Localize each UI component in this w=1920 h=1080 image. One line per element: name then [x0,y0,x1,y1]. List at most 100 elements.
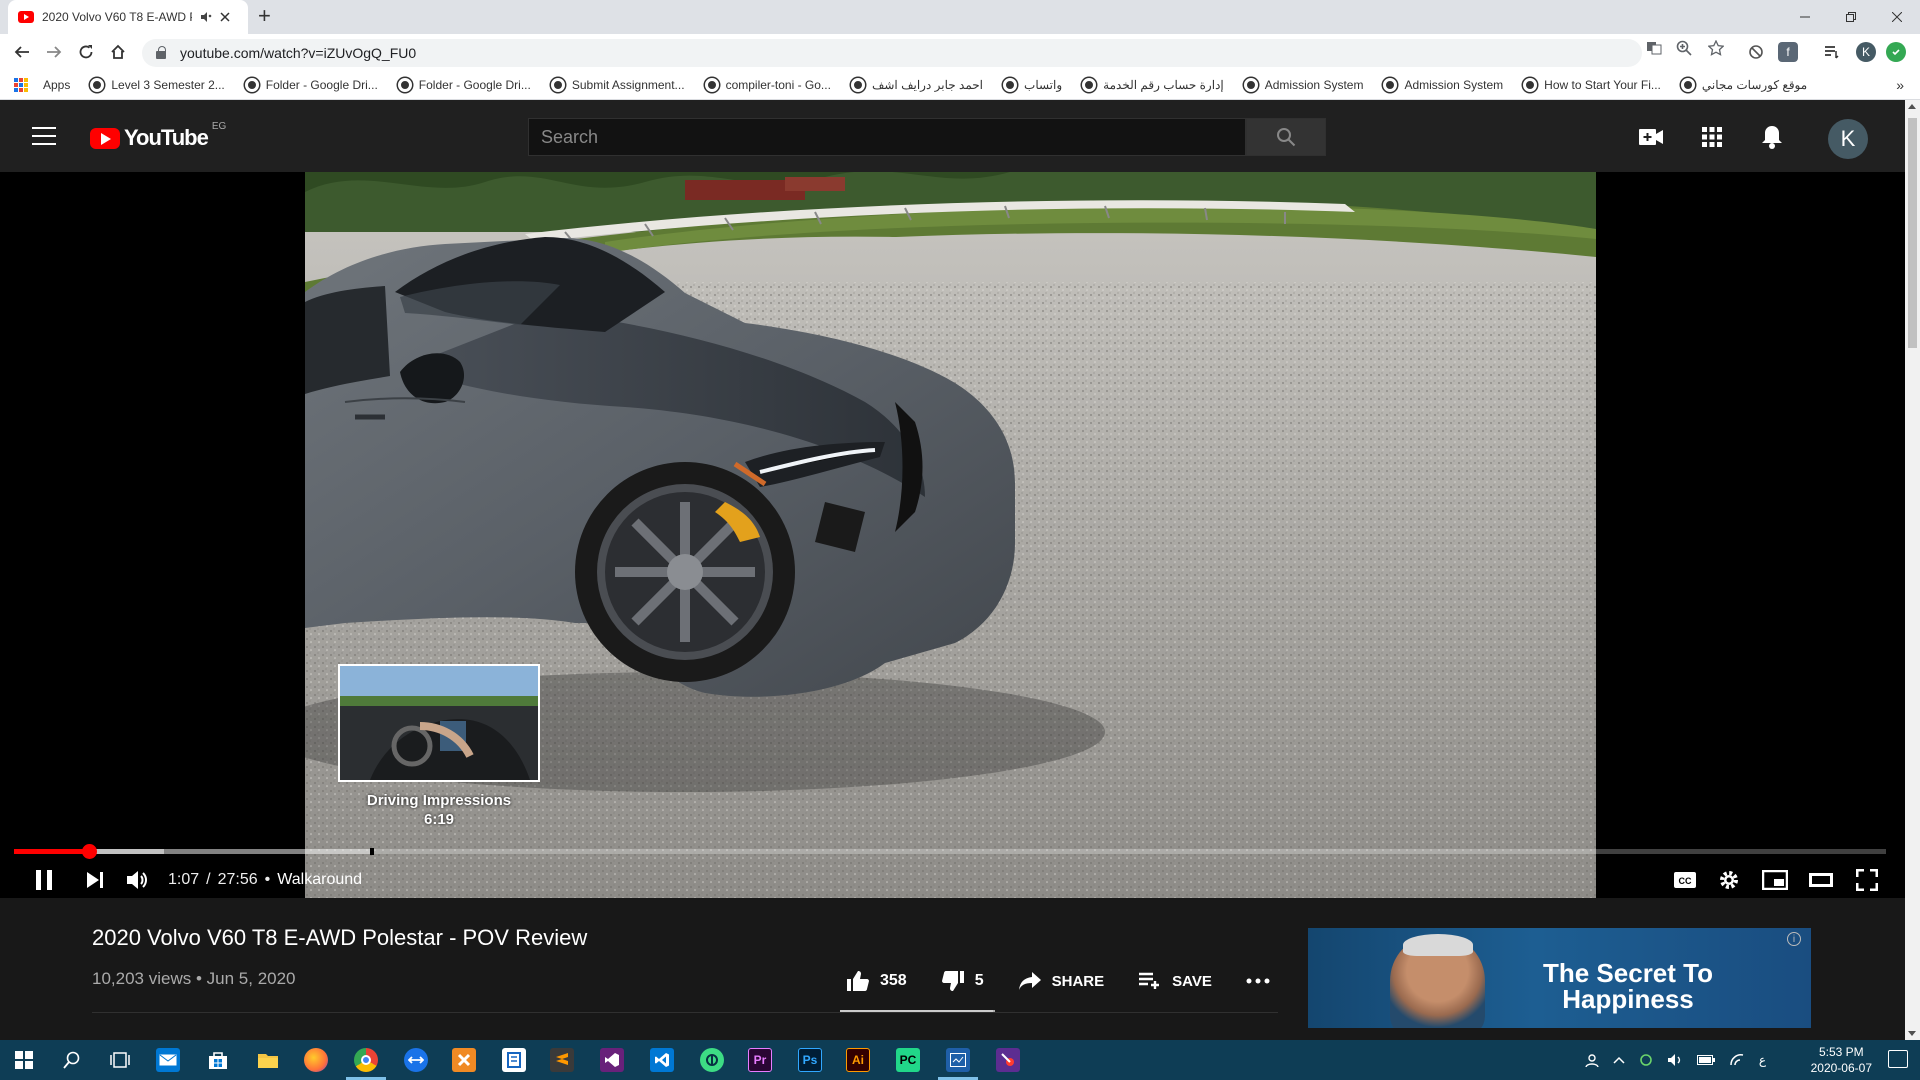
menu-icon[interactable] [32,127,56,145]
sync-extension-icon[interactable] [1886,42,1906,62]
subtitles-button[interactable]: CC [1670,862,1700,898]
minimize-icon[interactable] [1782,0,1828,34]
skip-next-icon [87,872,103,888]
scroll-up-icon[interactable] [1908,104,1916,109]
bookmark-item[interactable]: Level 3 Semester 2... [90,77,225,92]
bookmark-item[interactable]: Admission System [1243,77,1363,92]
visual-studio-icon[interactable] [600,1048,624,1072]
windows-start-icon[interactable] [12,1048,36,1072]
battery-icon[interactable] [1696,1055,1715,1065]
notification-center-icon[interactable] [1888,1050,1908,1068]
system-clock[interactable]: 5:53 PM 2020-06-07 [1811,1044,1872,1076]
browser-tab[interactable]: 2020 Volvo V60 T8 E-AWD Po [8,0,248,34]
facebook-extension-icon[interactable]: f [1778,42,1798,62]
mail-icon[interactable] [156,1048,180,1072]
photoshop-icon[interactable]: Ps [798,1048,822,1072]
settings-button[interactable] [1714,862,1744,898]
snipping-tool-icon[interactable] [996,1048,1020,1072]
theater-mode-button[interactable] [1806,862,1836,898]
task-view-icon[interactable] [108,1048,132,1072]
address-bar[interactable]: youtube.com/watch?v=iZUvOgQ_FU0 [142,39,1642,67]
speaker-icon[interactable] [1667,1053,1683,1067]
video-frame[interactable] [305,172,1596,898]
chapter-title-button[interactable]: Walkaround [277,871,362,889]
bookmark-item[interactable]: Folder - Google Dri... [244,77,378,92]
firefox-icon[interactable] [304,1048,328,1072]
profile-avatar[interactable]: K [1856,42,1876,62]
tab-close-icon[interactable] [220,12,230,22]
teamviewer-icon[interactable] [404,1048,428,1072]
illustrator-icon[interactable]: Ai [846,1048,870,1072]
more-actions-button[interactable] [1246,978,1270,984]
account-avatar[interactable]: K [1828,119,1868,159]
wifi-icon[interactable] [1729,1053,1745,1067]
bookmark-item[interactable]: compiler-toni - Go... [704,77,831,92]
youtube-logo[interactable]: YouTube EG [90,121,226,151]
bookmark-star-icon[interactable] [1708,40,1724,56]
new-tab-button[interactable]: + [258,5,271,27]
ad-banner[interactable]: The Secret To Happiness i [1308,928,1811,1028]
ad-headline: The Secret To Happiness [1508,960,1748,1012]
url-text[interactable]: youtube.com/watch?v=iZUvOgQ_FU0 [180,45,416,61]
search-button[interactable] [1246,118,1326,156]
save-button[interactable]: SAVE [1138,972,1212,990]
bookmark-apps[interactable]: Apps [14,77,70,92]
file-explorer-icon[interactable] [256,1048,280,1072]
progress-bar[interactable] [14,844,1886,859]
home-icon[interactable] [106,40,130,64]
android-studio-icon[interactable] [700,1048,724,1072]
bookmarks-overflow-icon[interactable]: » [1896,77,1904,93]
bookmark-item[interactable]: موقع كورسات مجاني [1680,77,1807,92]
video-player[interactable]: Driving Impressions 6:19 1:07 / 27:56 • … [0,172,1905,898]
search-icon[interactable] [60,1048,84,1072]
tab-audio-icon[interactable] [200,11,212,23]
forward-icon[interactable] [42,40,66,64]
apps-icon[interactable] [1699,124,1725,150]
sublime-text-icon[interactable] [550,1048,574,1072]
pause-button[interactable] [28,862,60,898]
bookmark-item[interactable]: Submit Assignment... [550,77,685,92]
scroll-thumb[interactable] [1908,118,1917,348]
fullscreen-button[interactable] [1852,862,1882,898]
pycharm-icon[interactable]: PC [896,1048,920,1072]
like-button[interactable]: 358 [846,970,907,992]
search-input[interactable] [541,126,1245,148]
media-queue-icon[interactable] [1822,42,1842,62]
taskbar-app-icon[interactable] [946,1048,970,1072]
sync-tray-icon[interactable] [1639,1053,1653,1067]
progress-scrubber[interactable] [81,844,97,859]
bookmark-item[interactable]: How to Start Your Fi... [1523,77,1661,92]
block-extension-icon[interactable] [1746,42,1766,62]
bookmark-item[interactable]: Admission System [1383,77,1503,92]
notifications-bell-icon[interactable] [1759,124,1785,150]
vscode-icon[interactable] [650,1048,674,1072]
chrome-icon[interactable] [354,1048,378,1072]
store-icon[interactable] [206,1048,230,1072]
bookmark-item[interactable]: Folder - Google Dri... [397,77,531,92]
ad-info-icon[interactable]: i [1787,932,1801,946]
miniplayer-button[interactable] [1760,862,1790,898]
mute-button[interactable] [122,862,152,898]
create-video-icon[interactable] [1638,124,1664,150]
dislike-button[interactable]: 5 [941,970,984,992]
zoom-icon[interactable] [1676,40,1692,56]
bookmark-item[interactable]: احمد جابر درايف اشف [850,77,983,92]
translate-icon[interactable] [1646,40,1662,56]
reload-icon[interactable] [74,40,98,64]
lock-icon[interactable] [156,46,166,59]
notepad-plus-icon[interactable] [502,1048,526,1072]
back-icon[interactable] [10,40,34,64]
share-button[interactable]: SHARE [1018,971,1104,991]
chevron-up-icon[interactable] [1613,1056,1625,1064]
restore-icon[interactable] [1828,0,1874,34]
bookmark-item[interactable]: واتساب [1003,77,1062,92]
next-button[interactable] [80,862,110,898]
close-window-icon[interactable] [1874,0,1920,34]
page-scrollbar[interactable] [1905,100,1920,1040]
bookmark-item[interactable]: إدارة حساب رقم الخدمة [1082,77,1224,92]
xampp-icon[interactable] [452,1048,476,1072]
scroll-down-icon[interactable] [1908,1031,1916,1036]
people-icon[interactable] [1585,1053,1599,1067]
input-language[interactable]: ع [1759,1053,1766,1067]
premiere-pro-icon[interactable]: Pr [748,1048,772,1072]
